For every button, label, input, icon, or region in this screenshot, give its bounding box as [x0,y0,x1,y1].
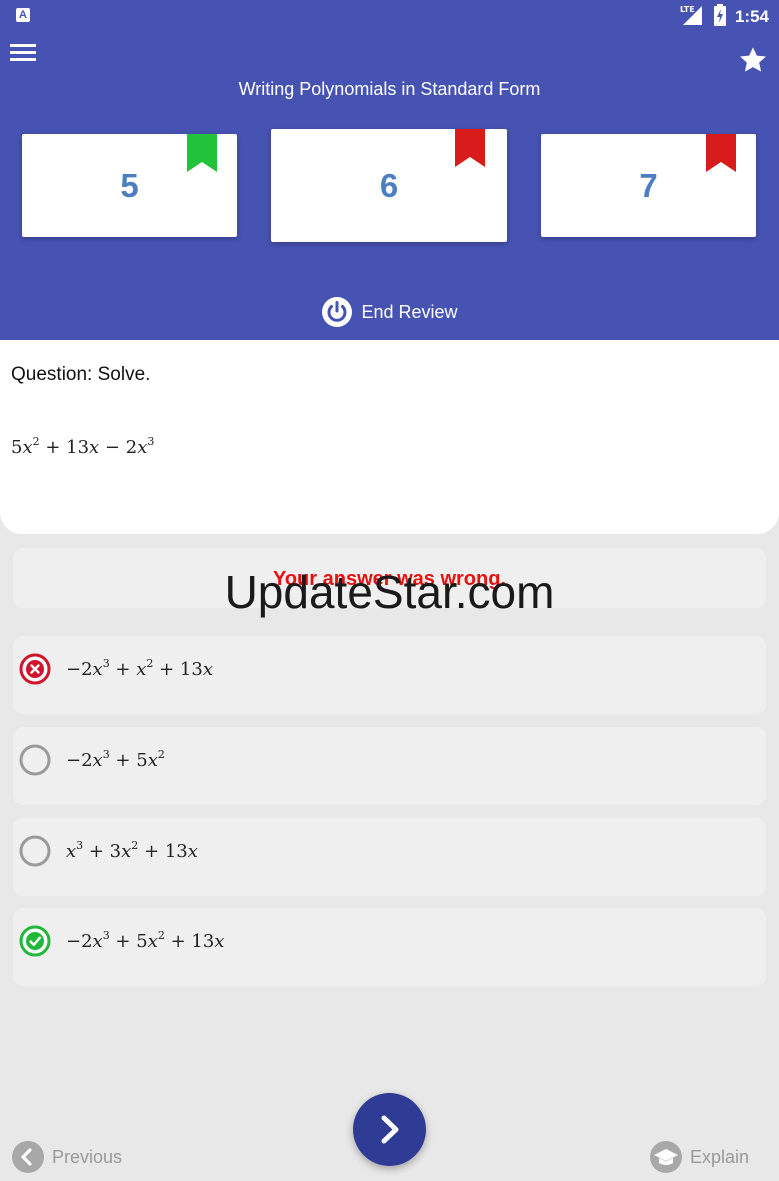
answer-option-2[interactable]: −2x3 + 5x2 [13,727,766,805]
page-title: Writing Polynomials in Standard Form [238,79,541,99]
question-card-7[interactable]: 7 [541,134,756,237]
question-card-6[interactable]: 6 [271,129,507,242]
explain-label: Explain [689,1146,749,1167]
header: A LTE 1:54 Writing Polynomials in Standa… [0,0,779,340]
next-button[interactable] [353,1093,426,1166]
option-text: −2x3 + 5x2 [66,748,165,771]
question-expression: 5x2 + 13x − 2x3 [11,435,155,458]
star-icon[interactable] [737,44,769,76]
answer-option-4[interactable]: −2x3 + 5x2 + 13x [13,908,766,986]
power-icon [322,297,353,327]
chevron-right-icon [381,1115,399,1144]
end-review-button[interactable]: End Review [0,294,779,330]
status-right: LTE 1:54 [679,3,769,31]
answer-option-3[interactable]: x3 + 3x2 + 13x [13,818,766,896]
bookmark-icon [455,129,485,167]
option-text: −2x3 + x2 + 13x [66,657,213,680]
app-notification-icon: A [16,8,30,22]
card-number: 5 [120,166,139,204]
card-number: 6 [379,166,399,204]
feedback-text: Your answer was wrong. [272,568,507,590]
lte-label: LTE [680,5,695,14]
status-time: 1:54 [734,7,769,26]
end-review-label: End Review [361,301,458,322]
card-number: 7 [639,166,658,204]
answer-option-1[interactable]: −2x3 + x2 + 13x [13,636,766,714]
explain-button[interactable]: Explain [649,1141,749,1173]
battery-charging-icon [713,3,727,31]
option-text: x3 + 3x2 + 13x [66,839,198,862]
chevron-left-icon [12,1141,44,1173]
graduation-cap-icon [649,1141,682,1173]
previous-label: Previous [52,1146,123,1167]
bookmark-icon [187,134,217,172]
correct-answer-icon [19,925,51,957]
status-bar: A LTE 1:54 [0,0,779,34]
option-text: −2x3 + 5x2 + 13x [66,929,225,952]
question-panel: Question: Solve. 5x2 + 13x − 2x3 [0,340,779,534]
menu-icon[interactable] [10,44,36,64]
question-card-5[interactable]: 5 [22,134,237,237]
question-label: Question: Solve. [11,364,151,385]
previous-button[interactable]: Previous [12,1141,122,1173]
bookmark-icon [706,134,736,172]
feedback-box: Your answer was wrong. [13,548,766,608]
radio-unselected-icon [19,835,51,867]
wrong-answer-icon [19,653,51,685]
lte-signal-icon: LTE [679,4,705,31]
radio-unselected-icon [19,744,51,776]
